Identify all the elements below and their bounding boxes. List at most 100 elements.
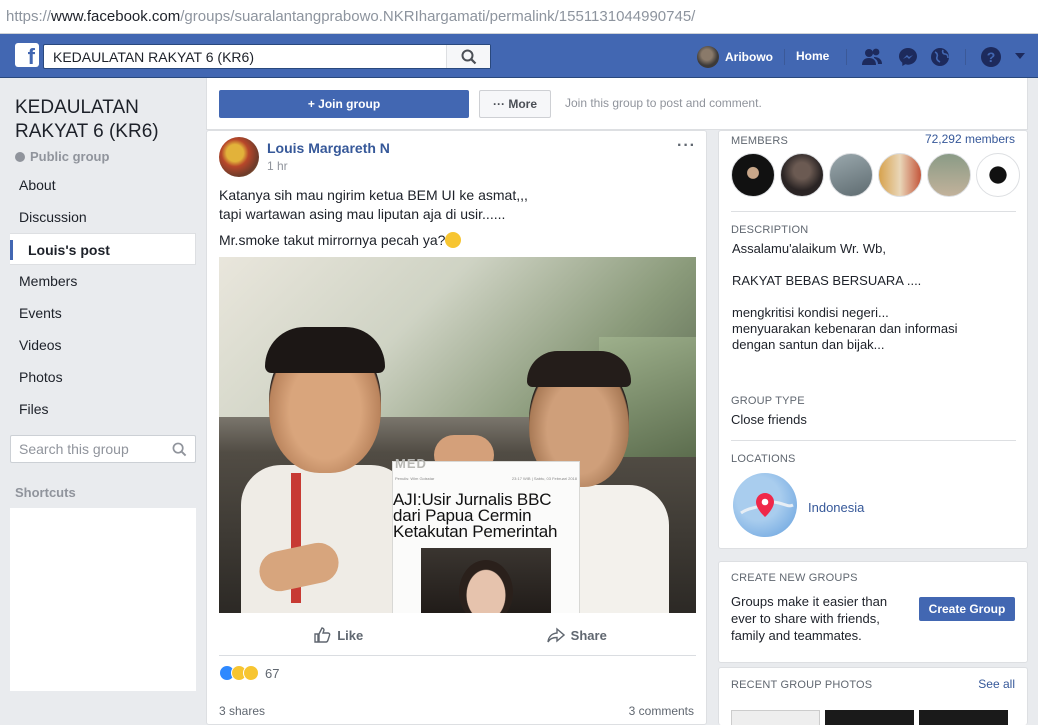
members-count[interactable]: 72,292 members — [925, 132, 1015, 146]
divider — [846, 49, 847, 65]
shortcuts-panel — [10, 508, 196, 691]
help-icon[interactable]: ? — [980, 46, 1002, 68]
globe-icon — [15, 151, 25, 162]
group-actionbar: + Join group ··· More Join this group to… — [206, 78, 1028, 130]
printout-masthead: MED — [395, 456, 427, 471]
member-avatar[interactable] — [731, 153, 775, 197]
share-button[interactable]: Share — [458, 619, 697, 651]
more-button[interactable]: ··· More — [479, 90, 551, 118]
nav-item-files[interactable]: Files — [10, 393, 196, 425]
post-photo[interactable]: MED Penulis: Wim Goisstar 23:17 WIB | Sa… — [219, 257, 696, 613]
post-card: Louis Margareth N 1 hr ··· Katanya sih m… — [206, 130, 707, 725]
shares-count[interactable]: 3 shares — [219, 704, 265, 718]
post-author[interactable]: Louis Margareth N — [267, 140, 390, 156]
create-group-card: CREATE NEW GROUPS Groups make it easier … — [718, 561, 1028, 663]
like-button[interactable]: Like — [219, 619, 458, 651]
divider — [219, 655, 696, 656]
group-search-input[interactable] — [11, 436, 161, 462]
photo-thumbnail[interactable] — [919, 710, 1008, 725]
photo-thumbnail[interactable] — [731, 710, 820, 725]
caret-down-icon[interactable] — [1014, 51, 1026, 61]
member-avatar[interactable] — [780, 153, 824, 197]
join-group-button[interactable]: + Join group — [219, 90, 469, 118]
post-actions: Like Share — [219, 619, 696, 651]
search-icon — [461, 49, 477, 65]
divider — [731, 440, 1016, 441]
reaction-count: 67 — [265, 665, 280, 681]
search-button[interactable] — [446, 45, 490, 68]
member-avatar[interactable] — [829, 153, 873, 197]
create-group-button[interactable]: Create Group — [919, 597, 1015, 621]
messenger-icon[interactable] — [897, 46, 919, 68]
nav-item-photos[interactable]: Photos — [10, 361, 196, 393]
nav-item-post[interactable]: Louis's post — [10, 233, 196, 265]
printout-author: Penulis: Wim Goisstar — [395, 476, 435, 481]
svg-text:?: ? — [987, 49, 996, 65]
privacy-text: Public group — [30, 149, 110, 164]
author-avatar[interactable] — [219, 137, 259, 177]
post-text-line: tapi wartawan asing mau liputan aja di u… — [219, 206, 506, 222]
group-title[interactable]: KEDAULATAN RAKYAT 6 (KR6) — [15, 96, 200, 144]
join-hint-text: Join this group to post and comment. — [565, 96, 762, 110]
post-timestamp[interactable]: 1 hr — [267, 159, 288, 173]
like-label: Like — [337, 627, 364, 643]
locations-heading: LOCATIONS — [731, 453, 796, 465]
recent-photos-heading: RECENT GROUP PHOTOS — [731, 679, 873, 691]
photo-shape — [265, 327, 385, 373]
privacy-label: Public group — [15, 149, 109, 164]
nav-item-members[interactable]: Members — [10, 265, 196, 297]
wow-reaction-icon — [243, 665, 259, 681]
member-avatar[interactable] — [976, 153, 1020, 197]
divider — [731, 211, 1016, 212]
create-groups-heading: CREATE NEW GROUPS — [731, 572, 858, 584]
printout-photo — [421, 548, 551, 613]
thumbs-up-icon — [314, 627, 331, 643]
reactions-summary[interactable]: 67 — [219, 665, 279, 681]
search-icon[interactable] — [172, 442, 187, 457]
member-avatar[interactable] — [878, 153, 922, 197]
printout-headline: AJI:Usir Jurnalis BBC dari Papua Cermin … — [393, 491, 579, 541]
post-text-line: Mr.smoke takut mirrornya pecah ya? — [219, 232, 446, 248]
location-link[interactable]: Indonesia — [808, 500, 864, 515]
url-path: /groups/suaralantangprabowo.NKRIhargamat… — [180, 8, 696, 25]
member-avatar[interactable] — [927, 153, 971, 197]
photo-shape — [241, 465, 411, 613]
description-heading: DESCRIPTION — [731, 224, 809, 236]
share-label: Share — [570, 627, 607, 643]
divider — [965, 49, 966, 65]
global-search-input[interactable] — [44, 45, 444, 68]
global-search — [43, 44, 491, 69]
group-type-heading: GROUP TYPE — [731, 395, 805, 407]
photo-thumbnail[interactable] — [825, 710, 914, 725]
nav-item-discussion[interactable]: Discussion — [10, 201, 196, 233]
group-nav: About Discussion Louis's post Members Ev… — [10, 169, 196, 425]
nav-item-events[interactable]: Events — [10, 297, 196, 329]
facebook-logo-icon[interactable]: f — [15, 43, 39, 67]
divider — [784, 49, 785, 65]
see-all-link[interactable]: See all — [978, 677, 1015, 691]
photo-shape — [527, 351, 631, 387]
held-printout: MED Penulis: Wim Goisstar 23:17 WIB | Sa… — [392, 456, 580, 613]
url-host: www.facebook.com — [51, 8, 181, 25]
post-options-icon[interactable]: ··· — [677, 137, 696, 155]
nav-item-videos[interactable]: Videos — [10, 329, 196, 361]
group-type: Close friends — [731, 412, 807, 427]
group-sidebar: KEDAULATAN RAKYAT 6 (KR6) Public group A… — [0, 78, 206, 725]
globe-icon[interactable] — [929, 46, 951, 68]
headline-line: Ketakutan Pemerintah — [393, 522, 558, 541]
friends-icon[interactable] — [861, 46, 883, 68]
member-avatars — [731, 153, 1025, 197]
nav-item-about[interactable]: About — [10, 169, 196, 201]
printout-meta: Penulis: Wim Goisstar 23:17 WIB | Sabtu,… — [395, 476, 577, 481]
group-info-card: MEMBERS 72,292 members DESCRIPTION Assal… — [718, 130, 1028, 549]
avatar — [697, 46, 719, 68]
location-map-icon[interactable] — [733, 473, 797, 537]
url-scheme: https:// — [6, 8, 52, 25]
home-link[interactable]: Home — [796, 49, 829, 63]
grinning-emoji-icon — [445, 232, 462, 248]
address-bar[interactable]: https://www.facebook.com/groups/suaralan… — [0, 0, 1038, 34]
comments-count[interactable]: 3 comments — [629, 704, 694, 718]
profile-link[interactable]: Aribowo — [697, 45, 773, 69]
facebook-topbar: f Aribowo Home ? — [0, 34, 1038, 78]
map-pin-icon — [740, 493, 794, 517]
